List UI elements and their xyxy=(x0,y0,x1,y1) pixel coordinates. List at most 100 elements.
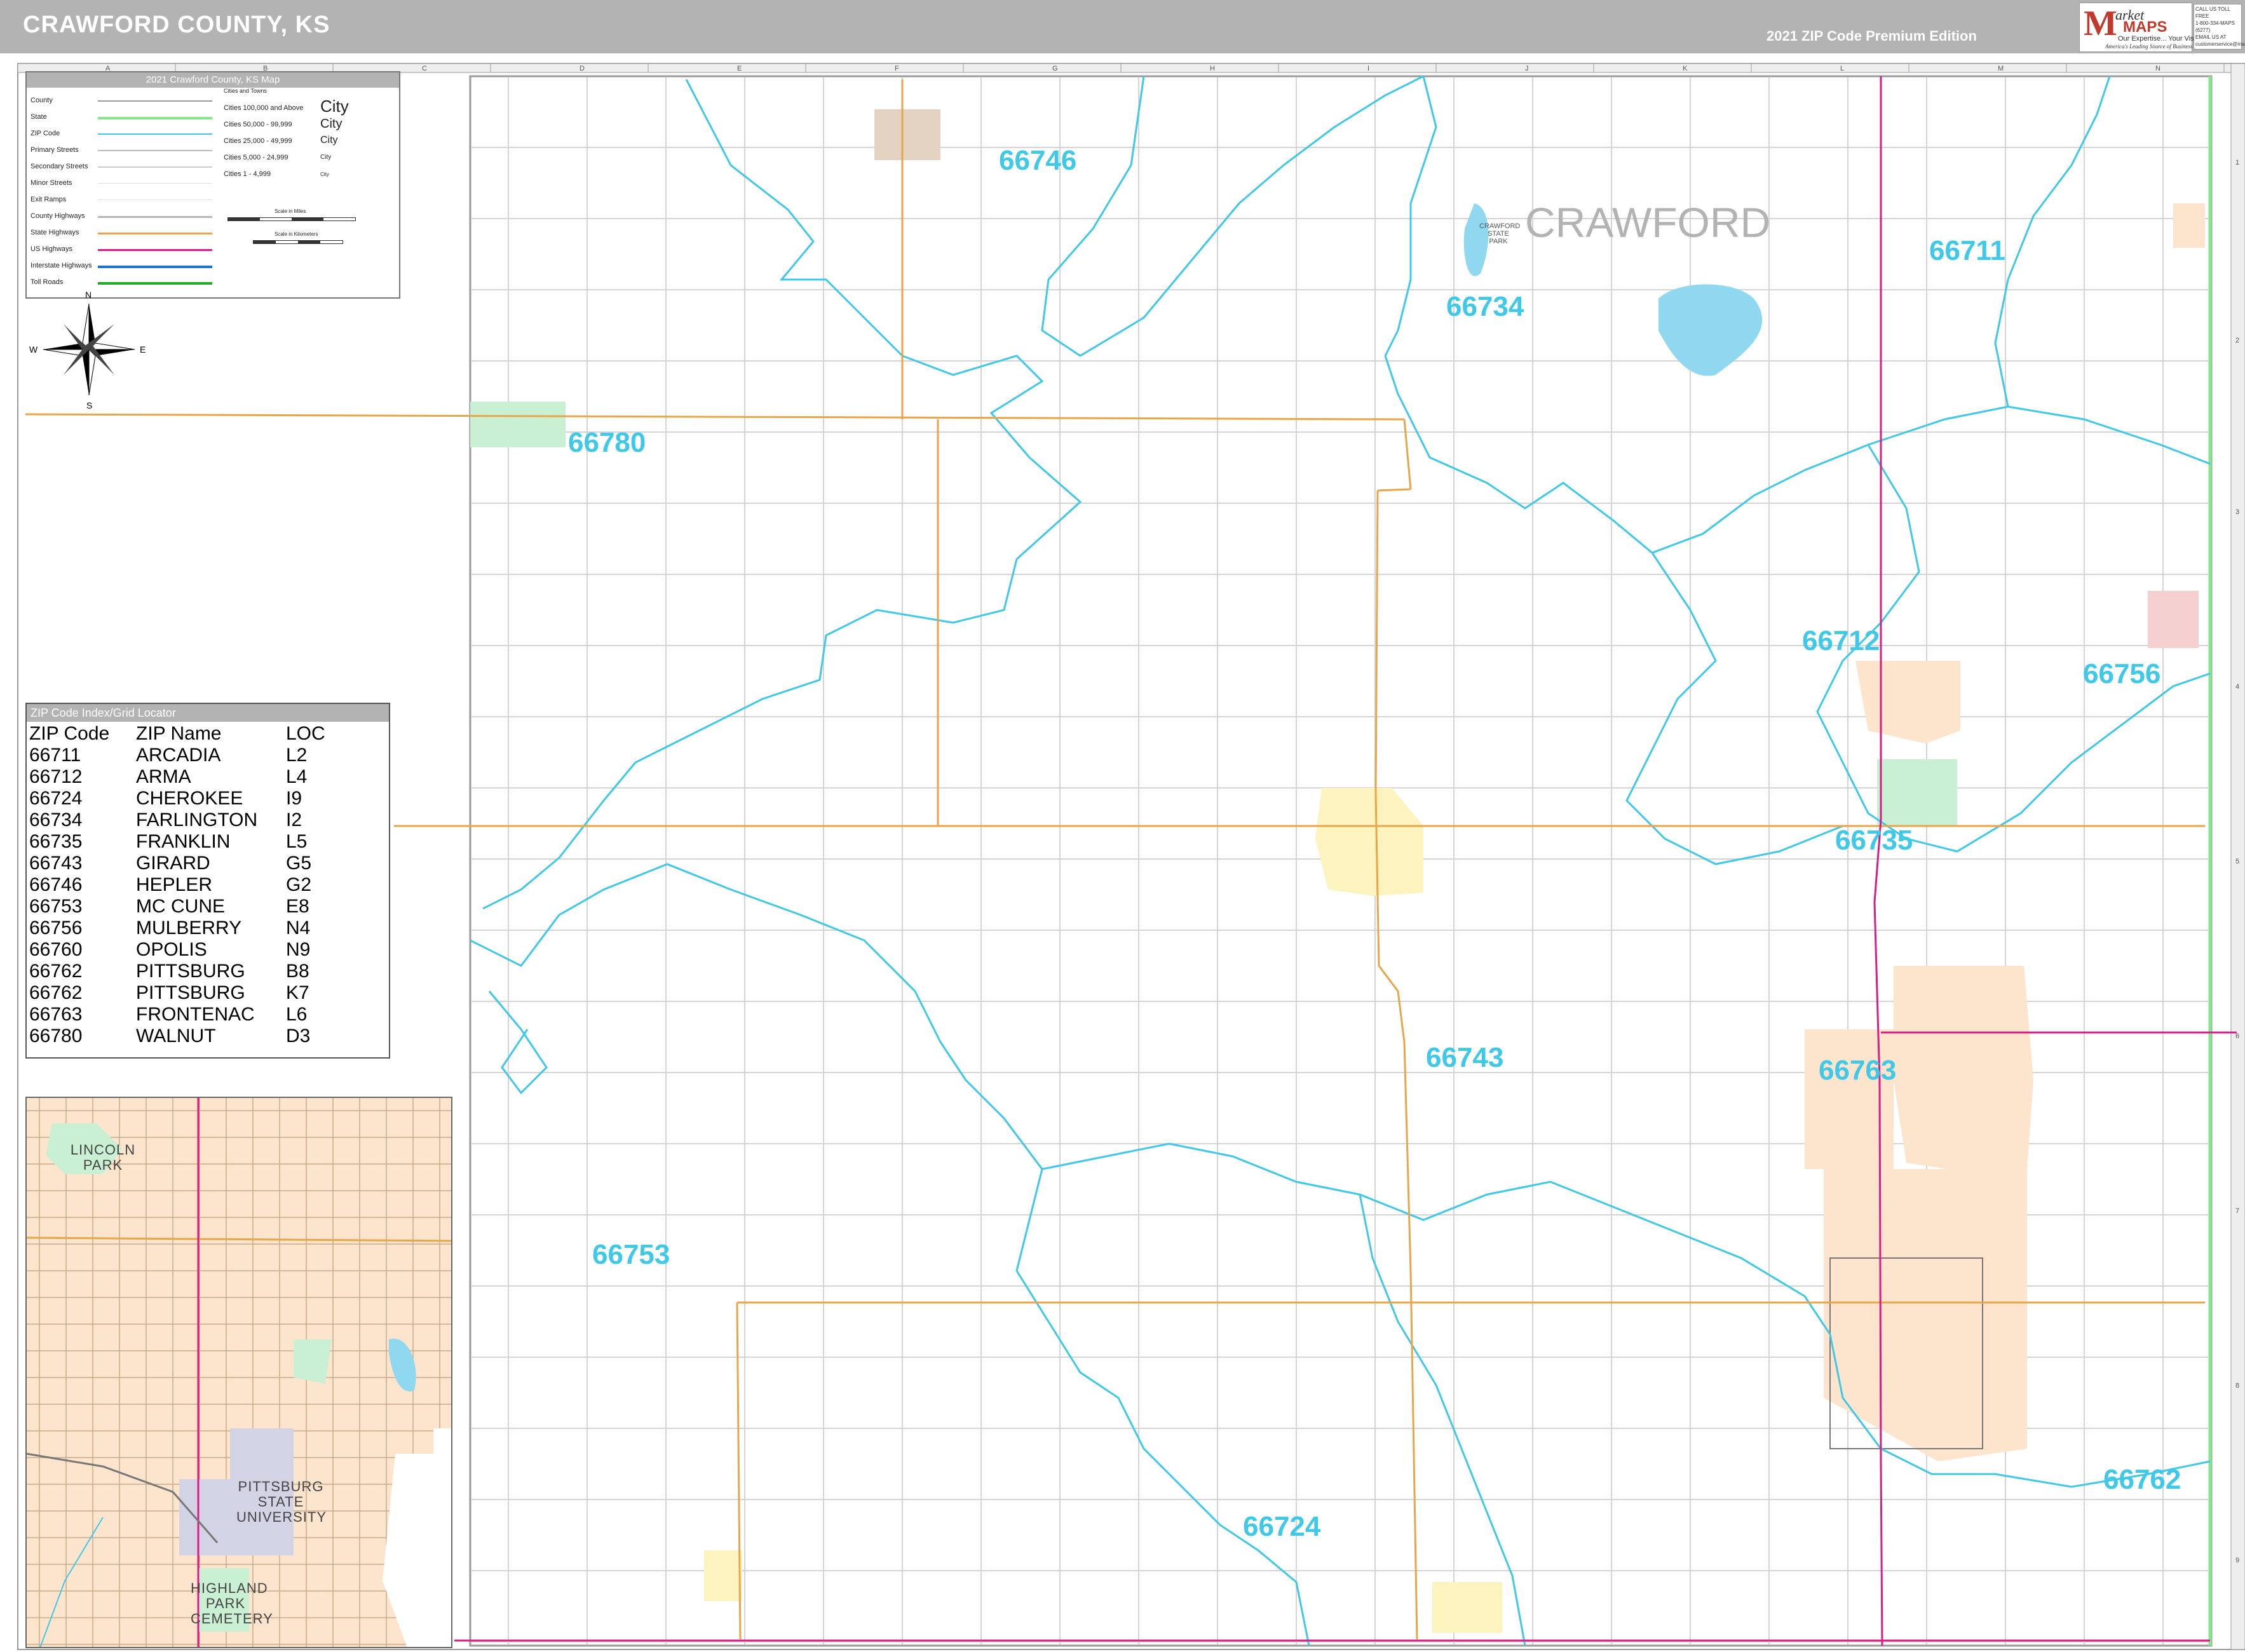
inset-lincoln-park-label: LINCOLN PARK xyxy=(70,1142,136,1173)
name-cell: WALNUT xyxy=(136,1026,216,1046)
loc-cell: L6 xyxy=(286,1004,308,1025)
legend-state-line xyxy=(98,117,212,119)
zip-index-table: ZIP Code ZIP Name LOC 66711 ARCADIA L2 667… xyxy=(29,723,325,1047)
zip-label-66711: 66711 xyxy=(1929,235,2005,266)
loc-cell: K7 xyxy=(286,982,309,1003)
table-row: 66753 MC CUNE E8 xyxy=(29,896,325,917)
legend-interstate: Interstate Highways xyxy=(31,262,92,269)
legend-toll-line xyxy=(98,282,212,285)
grid-row-1: 1 xyxy=(2235,159,2240,166)
grid-row-8: 8 xyxy=(2235,1382,2240,1390)
zip-cell: 66712 xyxy=(29,766,83,787)
mulberry-area xyxy=(2148,591,2199,648)
zip-label-66762: 66762 xyxy=(2103,1464,2181,1495)
name-cell: HEPLER xyxy=(136,874,213,895)
inset-cemetery-label: HIGHLAND PARK CEMETERY xyxy=(191,1580,273,1627)
legend-city-sample-2: City xyxy=(320,117,343,131)
table-row: 66760 OPOLIS N9 xyxy=(29,939,325,961)
zip-index-header-zip: ZIP Code xyxy=(29,723,110,744)
name-cell: MULBERRY xyxy=(136,917,242,938)
loc-cell: D3 xyxy=(286,1026,311,1046)
legend-city-sample-1: City xyxy=(320,97,349,116)
table-row: 66780 WALNUT D3 xyxy=(29,1026,325,1047)
legend-primary-line xyxy=(98,150,212,151)
grid-col-c: C xyxy=(422,65,427,72)
zip-label-66780: 66780 xyxy=(568,427,646,458)
legend-state-hwy-line xyxy=(98,233,212,234)
grid-row-6: 6 xyxy=(2235,1032,2240,1040)
legend-secondary: Secondary Streets xyxy=(31,163,88,170)
table-row: 66712 ARMA L4 xyxy=(29,766,325,788)
zip-label-66743: 66743 xyxy=(1426,1042,1504,1073)
pittsburg-inset-map[interactable]: LINCOLN PARK PITTSBURG STATE UNIVERSITY … xyxy=(25,1097,452,1648)
arma-area xyxy=(1855,661,1960,743)
mccune-area xyxy=(704,1550,742,1601)
zip-cell: 66780 xyxy=(29,1026,83,1046)
grid-col-g: G xyxy=(1052,65,1058,72)
walnut-area xyxy=(470,402,566,447)
zip-cell: 66724 xyxy=(29,788,83,809)
zip-label-66735: 66735 xyxy=(1835,825,1913,856)
loc-cell: L2 xyxy=(286,745,308,766)
grid-col-l: L xyxy=(1840,65,1845,72)
grid-col-f: F xyxy=(895,65,899,72)
table-row: 66734 FARLINGTON I2 xyxy=(29,809,325,831)
grid-row-7: 7 xyxy=(2235,1207,2240,1215)
name-cell: CHEROKEE xyxy=(136,788,243,809)
legend-interstate-line xyxy=(98,266,212,268)
legend-scale-km: Scale in Kilometers xyxy=(275,231,318,237)
zip-index-header-name: ZIP Name xyxy=(136,723,222,744)
loc-cell: B8 xyxy=(286,961,309,982)
table-row: 66735 FRANKLIN L5 xyxy=(29,831,325,853)
legend-toll: Toll Roads xyxy=(31,278,64,286)
grid-col-i: I xyxy=(1367,65,1370,72)
legend-city-sample-3: City xyxy=(320,135,338,146)
grid-col-d: D xyxy=(580,65,585,72)
legend-state-hwy: State Highways xyxy=(31,229,79,236)
zip-label-66724: 66724 xyxy=(1243,1511,1321,1542)
grid-col-m: M xyxy=(1998,65,2004,72)
loc-cell: I2 xyxy=(286,809,302,830)
table-row: 66724 CHEROKEE I9 xyxy=(29,788,325,809)
legend-exit: Exit Ramps xyxy=(31,196,67,203)
grid-col-h: H xyxy=(1210,65,1215,72)
franklin-park-area xyxy=(1877,759,1957,827)
table-row: 66756 MULBERRY N4 xyxy=(29,917,325,939)
scale-bar-km xyxy=(253,240,343,244)
legend-scale-miles: Scale in Miles xyxy=(275,208,306,214)
grid-col-e: E xyxy=(737,65,742,72)
zip-index-header-row: ZIP Code ZIP Name LOC xyxy=(29,723,325,745)
table-row: 66746 HEPLER G2 xyxy=(29,874,325,896)
county-name-label: CRAWFORD xyxy=(1525,199,1771,246)
compass-s: S xyxy=(86,400,93,410)
legend-zip-line xyxy=(98,133,212,135)
legend-city-range-3: Cities 25,000 - 49,999 xyxy=(224,137,292,145)
inset-university-label: PITTSBURG STATE UNIVERSITY xyxy=(236,1479,327,1525)
table-row: 66762 PITTSBURG B8 xyxy=(29,961,325,982)
grid-row-9: 9 xyxy=(2235,1557,2240,1564)
zip-index-title: ZIP Code Index/Grid Locator xyxy=(27,704,389,722)
name-cell: FARLINGTON xyxy=(136,809,258,830)
arcadia-area xyxy=(2173,203,2205,248)
zip-cell: 66743 xyxy=(29,853,83,874)
name-cell: FRONTENAC xyxy=(136,1004,255,1025)
legend-secondary-line xyxy=(98,166,212,168)
zip-label-66763: 66763 xyxy=(1819,1055,1897,1086)
grid-row-2: 2 xyxy=(2235,337,2240,344)
zip-cell: 66746 xyxy=(29,874,83,895)
table-row: 66743 GIRARD G5 xyxy=(29,853,325,874)
legend-city-range-4: Cities 5,000 - 24,999 xyxy=(224,154,288,161)
zip-cell: 66762 xyxy=(29,982,83,1003)
zip-label-66753: 66753 xyxy=(592,1239,670,1270)
legend-county-line xyxy=(98,100,212,102)
zip-label-66746: 66746 xyxy=(999,145,1077,176)
legend-us-hwy-line xyxy=(98,249,212,251)
legend-county: County xyxy=(31,97,53,104)
loc-cell: I9 xyxy=(286,788,302,809)
table-row: 66711 ARCADIA L2 xyxy=(29,745,325,766)
zip-code-index: ZIP Code Index/Grid Locator ZIP Code ZIP… xyxy=(25,703,390,1059)
hepler-area xyxy=(874,109,940,160)
grid-row-4: 4 xyxy=(2235,683,2240,691)
zip-cell: 66762 xyxy=(29,961,83,982)
scale-bar-miles xyxy=(227,217,356,221)
